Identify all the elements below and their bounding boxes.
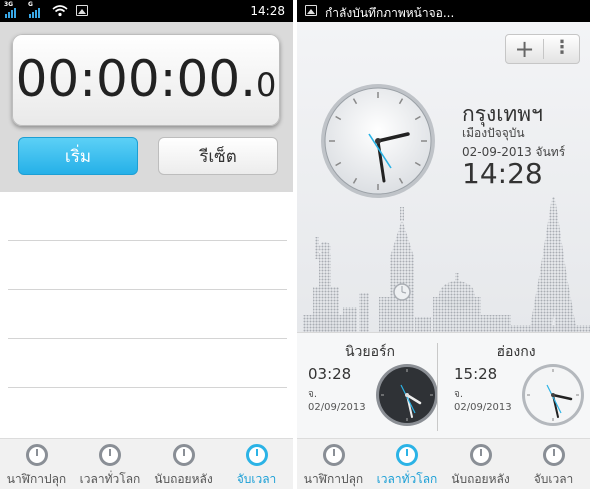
- world-clock-item[interactable]: นิวยอร์ก 03:28 จ. 02/09/2013: [297, 333, 443, 439]
- lap-list: [0, 192, 293, 438]
- tab-label: นับถอยหลัง: [154, 472, 213, 486]
- analog-clock: [321, 84, 435, 198]
- city-skyline-illustration: [303, 197, 590, 354]
- stopwatch-icon: [542, 444, 565, 466]
- alarm-icon: [25, 444, 48, 466]
- tab-world-clock[interactable]: เวลาทั่วโลก: [370, 439, 444, 489]
- local-city-subtitle: เมืองปัจจุบัน: [462, 126, 525, 140]
- tab-alarm[interactable]: นาฬิกาปลุก: [0, 439, 73, 489]
- tab-label: จับเวลา: [533, 472, 574, 486]
- tab-world-clock[interactable]: เวลาทั่วโลก: [73, 439, 147, 489]
- world-clock-list: นิวยอร์ก 03:28 จ. 02/09/2013 ฮ่องกง 15:2…: [297, 332, 590, 438]
- stopwatch-time: 00:00:00.0: [12, 50, 280, 108]
- signal-icon: 3G: [4, 0, 22, 22]
- reset-button[interactable]: รีเซ็ต: [158, 137, 278, 175]
- tab-label: นาฬิกาปลุก: [6, 472, 67, 486]
- image-icon: [76, 5, 88, 16]
- network-type: G: [28, 1, 33, 8]
- signal-icon: G: [28, 0, 46, 22]
- start-button[interactable]: เริ่ม: [18, 137, 138, 175]
- more-button[interactable]: ⋮: [544, 35, 580, 63]
- stopwatch-fraction: 0: [256, 66, 277, 104]
- tab-label: จับเวลา: [236, 472, 277, 486]
- stopwatch-screen: 3G G 14:28 00:00:00.0 เริ่ม รีเซ็ต นาฬิก…: [0, 0, 293, 489]
- world-clock-date: 02/09/2013: [308, 402, 366, 413]
- stopwatch-main: 00:00:00.: [15, 50, 257, 108]
- image-icon: [305, 5, 317, 16]
- world-clock-screen: กำลังบันทึกภาพหน้าจอ... + ⋮ กรุงเทพฯ เมื…: [297, 0, 590, 489]
- world-clock-date: 02/09/2013: [454, 402, 512, 413]
- add-button[interactable]: +: [506, 35, 543, 63]
- tab-bar: นาฬิกาปลุก เวลาทั่วโลก นับถอยหลัง จับเวล…: [0, 438, 293, 489]
- more-icon: ⋮: [553, 37, 571, 58]
- lap-divider: [8, 387, 287, 388]
- status-bar: กำลังบันทึกภาพหน้าจอ...: [297, 0, 590, 22]
- stopwatch-icon: [245, 444, 268, 466]
- world-clock-time: 03:28: [308, 365, 352, 383]
- local-clock-area: + ⋮ กรุงเทพฯ เมืองปัจจุบัน 02-09-2013 จั…: [297, 22, 590, 354]
- wifi-icon: [52, 5, 68, 17]
- world-clock-day: จ.: [454, 389, 464, 400]
- timer-icon: [172, 444, 195, 466]
- globe-icon: [396, 444, 418, 466]
- lap-divider: [8, 338, 287, 339]
- world-clock-city: นิวยอร์ก: [344, 344, 396, 360]
- lap-divider: [8, 289, 287, 290]
- add-icon: +: [514, 35, 535, 63]
- stopwatch-display: 00:00:00.0: [12, 34, 280, 126]
- timer-icon: [469, 444, 492, 466]
- alarm-icon: [322, 444, 345, 466]
- analog-clock-light: [522, 364, 584, 426]
- tab-countdown[interactable]: นับถอยหลัง: [147, 439, 220, 489]
- tab-label: นาฬิกาปลุก: [303, 472, 364, 486]
- toolbar: + ⋮: [505, 34, 580, 64]
- status-bar: 3G G 14:28: [0, 0, 293, 22]
- world-clock-time: 15:28: [454, 365, 498, 383]
- tab-stopwatch[interactable]: จับเวลา: [517, 439, 590, 489]
- local-time: 14:28: [462, 157, 543, 190]
- tab-countdown[interactable]: นับถอยหลัง: [444, 439, 517, 489]
- world-clock-item[interactable]: ฮ่องกง 15:28 จ. 02/09/2013: [443, 333, 589, 439]
- tab-label: นับถอยหลัง: [451, 472, 510, 486]
- status-time: 14:28: [250, 4, 285, 18]
- tab-bar: นาฬิกาปลุก เวลาทั่วโลก นับถอยหลัง จับเวล…: [297, 438, 590, 489]
- lap-divider: [8, 240, 287, 241]
- globe-icon: [99, 444, 121, 466]
- screenshot-notification: กำลังบันทึกภาพหน้าจอ...: [325, 6, 455, 20]
- tab-label: เวลาทั่วโลก: [376, 472, 438, 486]
- stopwatch-panel: 00:00:00.0 เริ่ม รีเซ็ต: [0, 22, 293, 192]
- tab-alarm[interactable]: นาฬิกาปลุก: [297, 439, 370, 489]
- world-clock-day: จ.: [308, 389, 318, 400]
- network-type: 3G: [4, 1, 14, 8]
- tab-label: เวลาทั่วโลก: [79, 472, 141, 486]
- tab-stopwatch[interactable]: จับเวลา: [220, 439, 293, 489]
- analog-clock-dark: [376, 364, 438, 426]
- world-clock-city: ฮ่องกง: [496, 344, 536, 360]
- world-clock-divider: [437, 343, 438, 431]
